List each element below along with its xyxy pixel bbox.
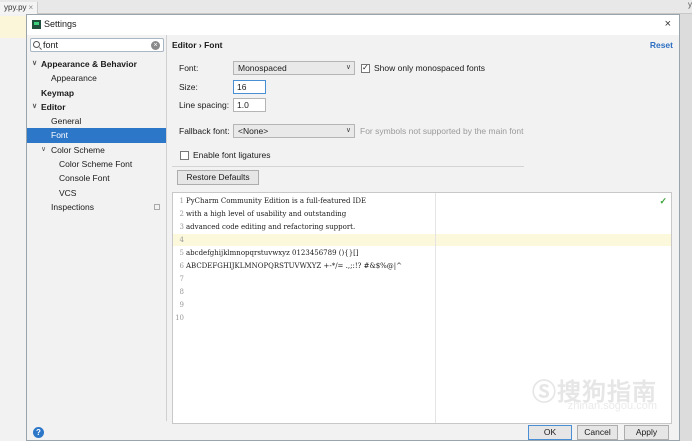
preview-line: 4 [173, 234, 186, 247]
line-number: 2 [179, 210, 184, 218]
preview-line: 2 with a high level of usability and outs… [173, 208, 347, 221]
fallback-font-value: <None> [238, 126, 269, 136]
project-settings-icon [154, 203, 160, 210]
tree-item-font[interactable]: Font [27, 128, 166, 143]
breadcrumb: Editor › Font [172, 40, 223, 50]
font-select-value: Monospaced [238, 63, 287, 73]
preview-line: 1 PyCharm Community Edition is a full-fea… [173, 195, 367, 208]
tree-item-console-font[interactable]: Console Font [27, 171, 166, 185]
preview-line: 5 abcdefghijklmnopqrstuvwxyz 0123456789 (… [173, 247, 359, 260]
preview-line: 7 [173, 273, 186, 286]
editor-background [0, 14, 26, 441]
tree-item-general[interactable]: General [27, 114, 166, 128]
line-number: 8 [179, 288, 184, 296]
search-input-value: font [43, 40, 59, 50]
tree-item-label: General [51, 116, 82, 127]
sogou-watermark-url: zhinan.sogou.com [567, 400, 657, 412]
help-icon[interactable]: ? [33, 427, 44, 438]
settings-tree: ∨ Appearance & Behavior Appearance Keyma… [27, 57, 166, 214]
preview-line: 6 ABCDEFGHIJKLMNOPQRSTUVWXYZ +-*/= .,;:!?… [173, 260, 403, 273]
tree-item-color-scheme[interactable]: ∨ Color Scheme [27, 143, 166, 157]
preview-line: 10 [173, 312, 186, 325]
chevron-down-icon[interactable]: ∨ [41, 143, 46, 157]
editor-tab[interactable]: ypy.py × [0, 2, 39, 14]
editor-current-line [0, 16, 26, 38]
right-margin-guide [435, 193, 436, 423]
tree-item-appearance-behavior[interactable]: ∨ Appearance & Behavior [27, 57, 166, 71]
line-text: abcdefghijklmnopqrstuvwxyz 0123456789 ()… [186, 249, 359, 257]
editor-tab-close-icon[interactable]: × [29, 3, 34, 12]
preview-line: 3 advanced code editing and refactoring s… [173, 221, 356, 234]
font-select[interactable]: Monospaced ∨ [233, 61, 355, 75]
line-number: 10 [175, 314, 184, 322]
line-spacing-label: Line spacing: [179, 100, 230, 110]
clear-search-icon[interactable]: × [151, 41, 160, 50]
line-text: ABCDEFGHIJKLMNOPQRSTUVWXYZ +-*/= .,;:!? … [186, 262, 403, 270]
ok-button[interactable]: OK [528, 425, 572, 440]
search-icon [33, 41, 40, 48]
chevron-down-icon: ∨ [345, 64, 351, 71]
line-spacing-input[interactable]: 1.0 [233, 98, 266, 112]
tree-item-label: Console Font [59, 173, 110, 184]
line-number: 7 [179, 275, 184, 283]
settings-sidebar: font × ∨ Appearance & Behavior Appearanc… [27, 35, 167, 421]
tree-item-label: Color Scheme [51, 144, 105, 155]
caret-line-highlight [173, 234, 671, 246]
tree-item-label: Keymap [41, 87, 75, 98]
tree-item-label: Inspections [51, 201, 94, 212]
close-icon[interactable]: × [665, 18, 671, 30]
chevron-down-icon: ∨ [345, 127, 351, 134]
tree-item-color-scheme-font[interactable]: Color Scheme Font [27, 157, 166, 171]
apply-button[interactable]: Apply [624, 425, 669, 440]
tree-item-inspections[interactable]: Inspections [27, 200, 166, 214]
tree-item-label: Editor [41, 101, 66, 112]
enable-ligatures-label[interactable]: Enable font ligatures [193, 149, 271, 161]
inspection-ok-icon: ✓ [659, 196, 667, 206]
tree-item-keymap[interactable]: Keymap [27, 86, 166, 100]
line-number: 3 [179, 223, 184, 231]
show-monospaced-checkbox[interactable] [361, 63, 370, 73]
preview-line: 8 [173, 286, 186, 299]
preview-line: 9 [173, 299, 186, 312]
line-number: 1 [179, 197, 184, 205]
reset-link[interactable]: Reset [650, 40, 673, 50]
dialog-titlebar: Settings × [27, 15, 679, 35]
line-number: 4 [179, 236, 184, 244]
line-number: 9 [179, 301, 184, 309]
fallback-font-label: Fallback font: [179, 126, 230, 136]
tree-item-label: Appearance & Behavior [41, 59, 137, 69]
font-settings-panel: Editor › Font Reset Font: Monospaced ∨ S… [168, 35, 679, 424]
editor-tab-strip: ypy.py × y [0, 0, 692, 14]
settings-search-input[interactable]: font × [30, 38, 164, 52]
settings-dialog: Settings × font × ∨ Appearance & Behavio… [26, 14, 680, 441]
tree-item-vcs[interactable]: VCS [27, 186, 166, 200]
chevron-down-icon[interactable]: ∨ [32, 100, 37, 114]
size-input[interactable]: 16 [233, 80, 266, 94]
font-label: Font: [179, 63, 199, 73]
line-text: advanced code editing and refactoring su… [186, 223, 356, 231]
fallback-font-select[interactable]: <None> ∨ [233, 124, 355, 138]
enable-ligatures-checkbox[interactable] [180, 151, 189, 160]
pycharm-app-icon [32, 20, 41, 29]
tree-item-editor[interactable]: ∨ Editor [27, 100, 166, 114]
divider [172, 166, 524, 167]
line-number: 6 [179, 262, 184, 270]
chevron-down-icon[interactable]: ∨ [32, 57, 37, 71]
dialog-title: Settings [44, 19, 77, 29]
tree-item-label: Appearance [51, 73, 97, 84]
background-right-text: y [688, 0, 692, 9]
tree-item-label: Color Scheme Font [59, 159, 133, 170]
tree-item-label: Font [51, 130, 69, 141]
tree-item-appearance[interactable]: Appearance [27, 71, 166, 85]
line-number: 5 [179, 249, 184, 257]
line-text: PyCharm Community Edition is a full-feat… [186, 197, 367, 205]
tree-item-label: VCS [59, 187, 77, 198]
cancel-button[interactable]: Cancel [577, 425, 618, 440]
line-text: with a high level of usability and outst… [186, 210, 347, 218]
fallback-font-hint: For symbols not supported by the main fo… [360, 126, 524, 136]
editor-tab-label: ypy.py [4, 3, 27, 12]
show-monospaced-label[interactable]: Show only monospaced fonts [374, 62, 485, 74]
restore-defaults-button[interactable]: Restore Defaults [177, 170, 259, 185]
size-label: Size: [179, 82, 198, 92]
